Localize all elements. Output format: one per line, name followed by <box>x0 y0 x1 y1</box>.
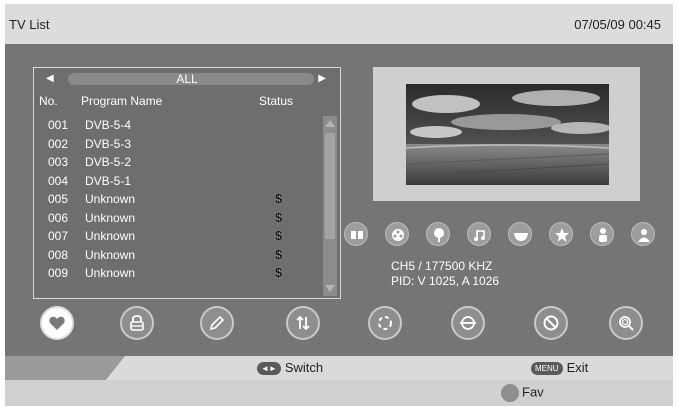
move-button[interactable] <box>368 306 402 340</box>
group-selector[interactable]: ◀ ALL ▶ <box>38 72 336 86</box>
tree-icon[interactable] <box>426 222 450 246</box>
channel-rows: 001 DVB-5-4 002 DVB-5-3 003 DVB-5-2 004 DVB-… <box>34 116 322 283</box>
frequency-info: CH5 / 177500 KHZ <box>391 259 493 273</box>
preview-image <box>406 84 609 185</box>
group-label: ALL <box>176 72 198 86</box>
channel-name: Unknown <box>85 229 136 243</box>
channel-number: 003 <box>48 155 69 169</box>
channel-row[interactable]: 009 Unknown $ <box>34 264 322 283</box>
channel-row[interactable]: 006 Unknown $ <box>34 209 322 228</box>
channel-row[interactable]: 003 DVB-5-2 <box>34 153 322 172</box>
channel-list-panel: ◀ ALL ▶ No. Program Name Status 001 DVB-5… <box>33 67 341 299</box>
fav-hint[interactable]: Fav <box>501 384 544 402</box>
channel-name: Unknown <box>85 247 136 262</box>
skip-button[interactable] <box>451 306 485 340</box>
preview-frame <box>373 67 640 201</box>
favorite-heart-icon <box>49 316 65 330</box>
user-icon[interactable] <box>631 222 655 246</box>
channel-row[interactable]: 005 Unknown $ <box>34 190 322 209</box>
channel-number: 001 <box>48 118 69 132</box>
move-icon <box>378 316 392 330</box>
channel-row[interactable]: 008 Unknown $ <box>34 246 322 265</box>
find-icon <box>619 316 634 331</box>
delete-icon <box>543 315 559 331</box>
skip-icon <box>460 316 476 330</box>
right-arrow-icon[interactable]: ▶ <box>318 72 326 86</box>
person-icon[interactable] <box>590 222 614 246</box>
channel-number: 006 <box>48 210 69 225</box>
date-time: 07/05/09 00:45 <box>574 17 661 32</box>
switch-label: Switch <box>284 360 324 375</box>
scrambled-icon: $ <box>275 246 283 262</box>
edit-button[interactable] <box>200 306 234 340</box>
channel-row[interactable]: 007 Unknown $ <box>34 227 322 246</box>
delete-button[interactable] <box>534 306 568 340</box>
edit-pencil-icon <box>209 315 225 331</box>
channel-row[interactable]: 001 DVB-5-4 <box>34 116 322 135</box>
help-bar-accent <box>5 356 125 380</box>
left-right-key-icon: ◄► <box>257 362 281 376</box>
header-bar: TV List 07/05/09 00:45 <box>5 4 673 44</box>
help-bar-secondary: Fav <box>5 380 673 406</box>
lock-icon <box>130 315 144 331</box>
channel-info: CH5 / 177500 KHZ PID: V 1025, A 1026 <box>391 259 499 289</box>
tv-list-screen: TV List 07/05/09 00:45 ◀ ALL ▶ No. Progr… <box>5 4 673 406</box>
music-icon[interactable] <box>467 222 491 246</box>
channel-name: DVB-5-1 <box>85 173 132 188</box>
exit-label: Exit <box>566 360 589 375</box>
scrambled-icon: $ <box>275 209 283 225</box>
scrambled-icon: $ <box>275 265 283 280</box>
channel-number: 002 <box>48 136 69 151</box>
list-scrollbar[interactable] <box>323 116 337 296</box>
column-header-status: Status <box>259 94 294 108</box>
sort-icon <box>296 315 310 331</box>
switch-hint[interactable]: ◄► Switch <box>257 360 324 376</box>
channel-name: DVB-5-3 <box>85 136 132 151</box>
column-header-name: Program Name <box>81 94 163 108</box>
find-button[interactable] <box>609 306 643 340</box>
channel-name: Unknown <box>85 266 136 280</box>
scroll-up-icon[interactable] <box>325 120 335 127</box>
channel-number: 004 <box>48 173 69 188</box>
category-icons <box>344 222 664 252</box>
star-icon[interactable] <box>549 222 573 246</box>
scrambled-icon: $ <box>275 191 283 206</box>
column-header-no: No. <box>39 94 58 108</box>
channel-row[interactable]: 002 DVB-5-3 <box>34 135 322 154</box>
scrambled-icon: $ <box>275 228 283 243</box>
channel-number: 008 <box>48 247 69 262</box>
channel-name: DVB-5-4 <box>85 118 132 132</box>
pid-info: PID: V 1025, A 1026 <box>391 274 500 288</box>
channel-name: Unknown <box>85 192 136 206</box>
page-title: TV List <box>9 17 50 32</box>
lock-button[interactable] <box>120 306 154 340</box>
scrollbar-thumb[interactable] <box>325 133 335 239</box>
color-key-icon <box>501 384 519 402</box>
channel-name: DVB-5-2 <box>85 155 132 169</box>
channel-number: 007 <box>48 229 69 243</box>
fav-label: Fav <box>522 384 544 400</box>
bowl-icon[interactable] <box>508 222 532 246</box>
book-icon[interactable] <box>344 222 368 246</box>
help-bar: ◄► Switch MENU Exit <box>5 356 673 380</box>
favorite-button[interactable] <box>40 306 74 340</box>
sort-button[interactable] <box>286 306 320 340</box>
exit-hint[interactable]: MENU Exit <box>531 360 589 376</box>
channel-name: Unknown <box>85 210 136 225</box>
menu-key-icon: MENU <box>531 362 563 376</box>
film-reel-icon[interactable] <box>385 222 409 246</box>
scroll-down-icon[interactable] <box>325 285 335 292</box>
channel-number: 005 <box>48 192 69 206</box>
channel-number: 009 <box>48 266 69 280</box>
channel-row[interactable]: 004 DVB-5-1 <box>34 172 322 191</box>
